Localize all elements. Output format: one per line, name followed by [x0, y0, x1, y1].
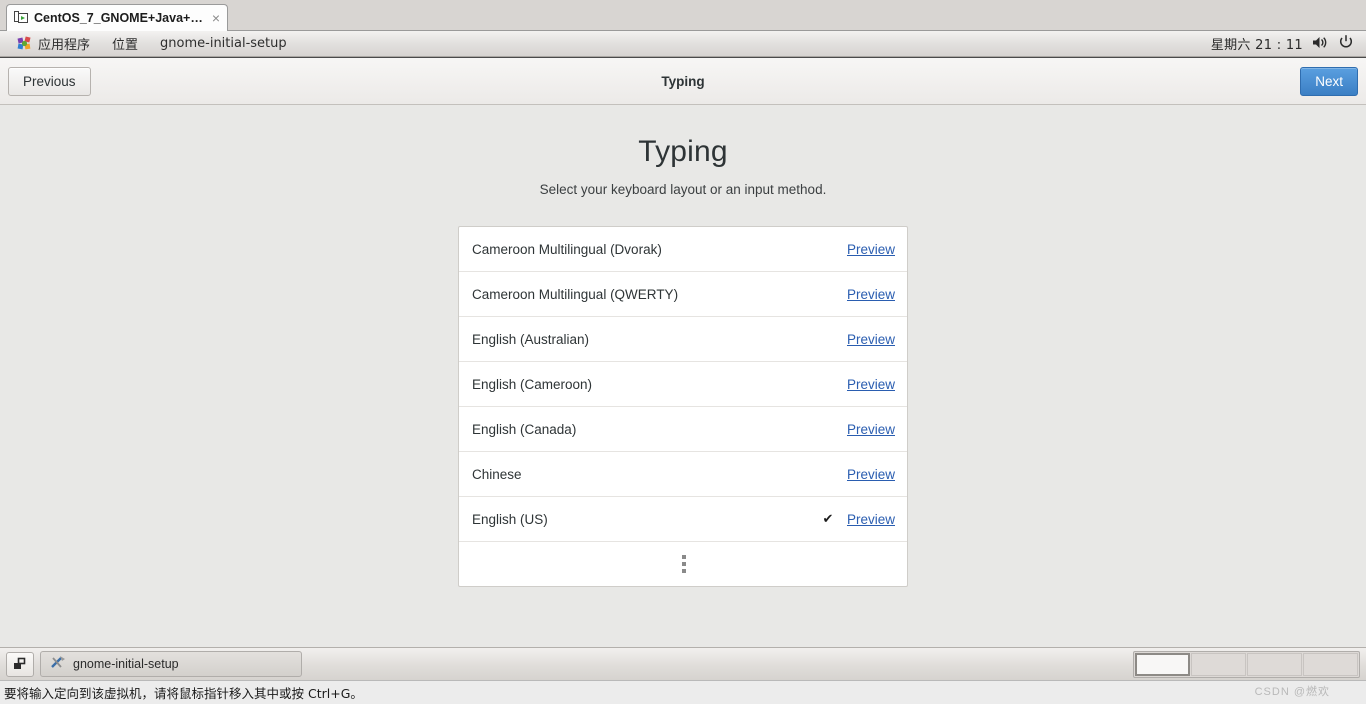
close-icon[interactable]: ×	[212, 11, 220, 25]
active-app-label: gnome-initial-setup	[160, 36, 287, 51]
layout-name: Cameroon Multilingual (QWERTY)	[472, 286, 679, 302]
layout-name: English (Canada)	[472, 421, 577, 437]
vm-tab[interactable]: CentOS_7_GNOME+Java+… ×	[6, 4, 229, 31]
keyboard-layout-list: Cameroon Multilingual (Dvorak) Preview C…	[458, 226, 908, 587]
check-icon: ✔	[822, 511, 834, 526]
workspace-3[interactable]	[1247, 652, 1302, 676]
menu-places[interactable]: 位置	[101, 32, 149, 55]
power-icon[interactable]	[1338, 34, 1354, 53]
preview-link[interactable]: Preview	[847, 377, 895, 392]
menu-applications[interactable]: 应用程序	[6, 32, 101, 55]
layout-name: Chinese	[472, 466, 522, 482]
layout-name: English (Cameroon)	[472, 376, 593, 392]
menu-applications-label: 应用程序	[38, 38, 91, 53]
list-item[interactable]: English (Canada) Preview	[459, 407, 907, 452]
list-item[interactable]: Cameroon Multilingual (Dvorak) Preview	[459, 227, 907, 272]
list-item[interactable]: English (Australian) Preview	[459, 317, 907, 362]
vm-tab-label: CentOS_7_GNOME+Java+…	[34, 11, 203, 25]
workspace-switcher[interactable]	[1133, 650, 1360, 678]
preview-link[interactable]: Preview	[847, 242, 895, 257]
next-button[interactable]: Next	[1300, 66, 1358, 96]
list-item[interactable]: Chinese Preview	[459, 452, 907, 497]
list-item[interactable]: Cameroon Multilingual (QWERTY) Preview	[459, 272, 907, 317]
show-more-button[interactable]	[459, 542, 907, 586]
gnome-top-panel: 应用程序 位置 gnome-initial-setup 星期六 21 : 11	[0, 31, 1366, 57]
layout-name: English (Australian)	[472, 331, 590, 347]
page-title: Typing	[638, 135, 728, 168]
preview-link[interactable]: Preview	[847, 467, 895, 482]
gnome-panel-menus: 应用程序 位置 gnome-initial-setup	[6, 32, 298, 55]
status-message: 要将输入定向到该虚拟机，请将鼠标指针移入其中或按 Ctrl+G。	[4, 686, 363, 701]
taskbar-window-button[interactable]: gnome-initial-setup	[40, 651, 302, 677]
workspace-2[interactable]	[1191, 652, 1246, 676]
vm-screen-icon	[14, 11, 29, 25]
page-subtitle: Select your keyboard layout or an input …	[539, 182, 827, 197]
layout-name: Cameroon Multilingual (Dvorak)	[472, 241, 662, 257]
vm-status-bar: 要将输入定向到该虚拟机，请将鼠标指针移入其中或按 Ctrl+G。	[0, 680, 1366, 704]
workspace-4[interactable]	[1303, 652, 1358, 676]
previous-button[interactable]: Previous	[8, 66, 91, 96]
gnome-panel-status: 星期六 21 : 11	[1211, 34, 1358, 53]
tools-icon	[49, 655, 66, 673]
taskbar-window-label: gnome-initial-setup	[73, 657, 179, 671]
header-title: Typing	[661, 73, 705, 89]
show-desktop-icon[interactable]	[6, 651, 34, 677]
app-header-bar: Previous Typing Next	[0, 57, 1366, 105]
layout-name: English (US)	[472, 511, 548, 527]
active-app-name[interactable]: gnome-initial-setup	[149, 34, 298, 53]
main-content: Typing Select your keyboard layout or an…	[0, 105, 1366, 647]
speaker-icon[interactable]	[1312, 35, 1329, 53]
panel-clock[interactable]: 星期六 21 : 11	[1211, 34, 1303, 53]
list-item[interactable]: English (Cameroon) Preview	[459, 362, 907, 407]
preview-link[interactable]: Preview	[847, 422, 895, 437]
gnome-foot-icon	[17, 35, 33, 52]
preview-link[interactable]: Preview	[847, 512, 895, 527]
header-right: Next	[1300, 66, 1358, 96]
preview-link[interactable]: Preview	[847, 332, 895, 347]
vm-tab-strip: CentOS_7_GNOME+Java+… ×	[0, 0, 1366, 31]
menu-places-label: 位置	[112, 38, 139, 53]
workspace-1[interactable]	[1135, 652, 1190, 676]
list-item-selected[interactable]: English (US) ✔ Preview	[459, 497, 907, 542]
vmware-window: CentOS_7_GNOME+Java+… × 应用程序 位置 gnome-in…	[0, 0, 1366, 704]
gnome-taskbar: gnome-initial-setup	[0, 647, 1366, 680]
vertical-ellipsis-icon	[681, 555, 686, 573]
preview-link[interactable]: Preview	[847, 287, 895, 302]
